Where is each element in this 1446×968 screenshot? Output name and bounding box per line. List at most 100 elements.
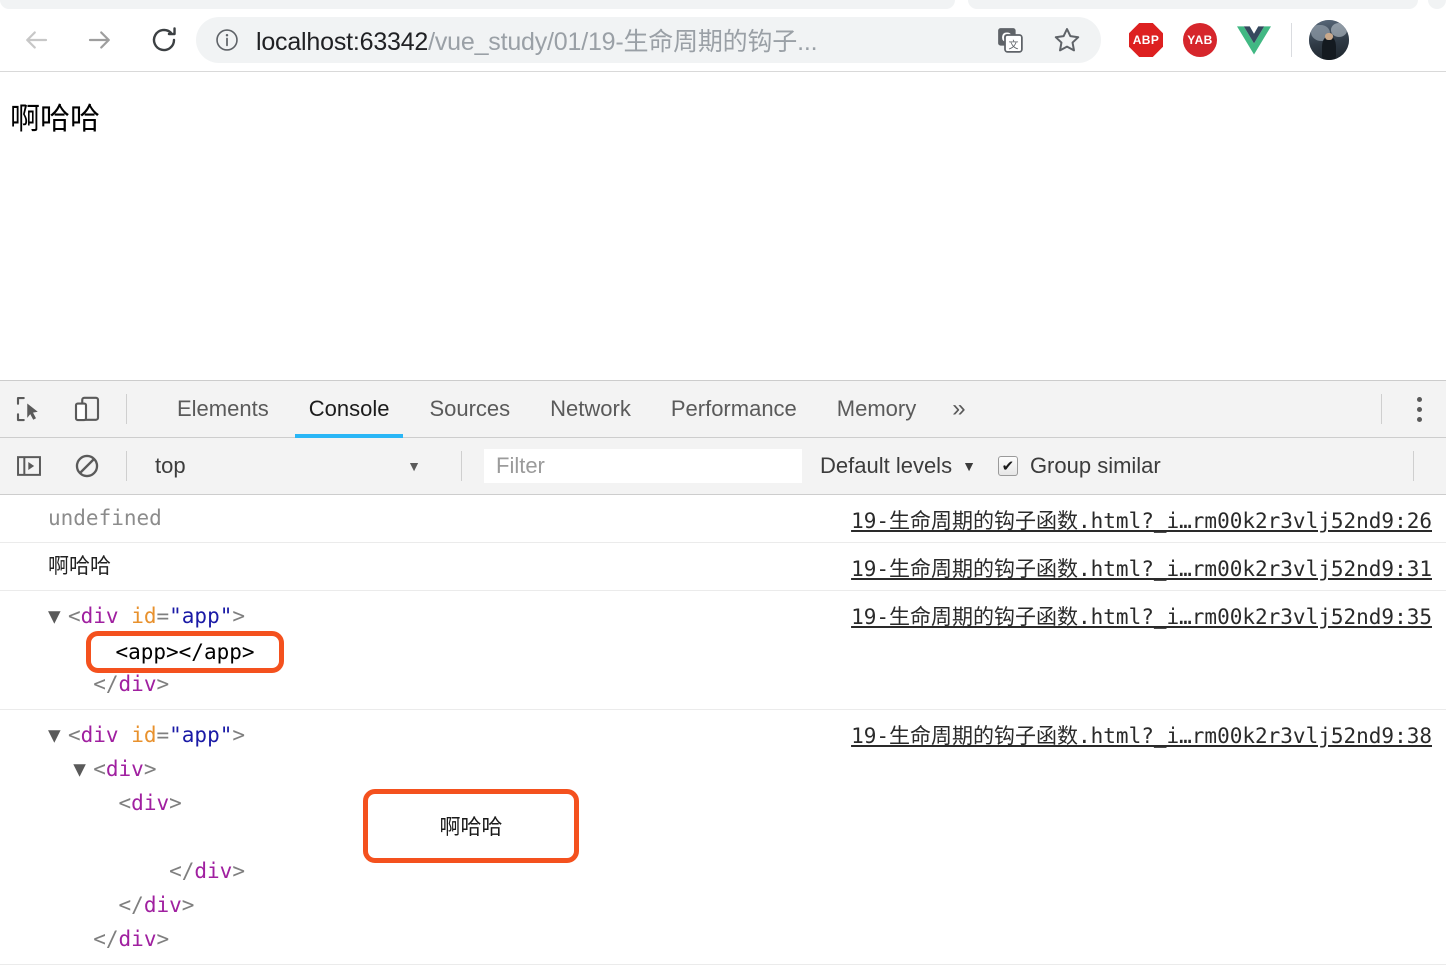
console-message[interactable]: ▼ <div id="app"> ▼ <div> <div> </div> </di… <box>0 710 1446 966</box>
console-source-link[interactable]: 19-生命周期的钩子函数.html?_i…rm00k2r3vlj52nd9:31 <box>851 553 1432 583</box>
expand-triangle-icon[interactable]: ▼ <box>73 752 93 786</box>
console-scrollbar[interactable] <box>1442 381 1446 968</box>
console-source-link[interactable]: 19-生命周期的钩子函数.html?_i…rm00k2r3vlj52nd9:26 <box>851 505 1432 535</box>
expand-spacer <box>124 820 144 854</box>
tab-ghost[interactable] <box>1428 0 1446 9</box>
context-value: top <box>155 453 186 478</box>
more-tabs-icon[interactable]: » <box>936 381 981 438</box>
adblock-plus-icon: ABP <box>1129 23 1163 57</box>
svg-text:文: 文 <box>1009 38 1019 51</box>
url-path: /vue_study/01/19-生命周期的钩子... <box>428 28 818 56</box>
tab-label: Sources <box>429 396 511 421</box>
vertical-dots-icon[interactable] <box>1392 381 1446 438</box>
tab-label: Memory <box>836 396 917 421</box>
info-circle-icon[interactable] <box>214 27 240 53</box>
tab-elements[interactable]: Elements <box>157 381 289 438</box>
clear-console-icon[interactable] <box>58 438 116 495</box>
console-message-list: undefined 19-生命周期的钩子函数.html?_i…rm00k2r3vl… <box>0 495 1446 966</box>
dom-tree-line[interactable]: </div> <box>48 854 1446 888</box>
vue-logo-icon <box>1237 26 1271 55</box>
toolbar-divider <box>1291 23 1292 57</box>
console-message[interactable]: 啊哈哈 19-生命周期的钩子函数.html?_i…rm00k2r3vlj52nd9… <box>0 543 1446 591</box>
expand-spacer <box>73 667 93 701</box>
devtools-tab-list: Elements Console Sources Network Perform… <box>157 381 982 438</box>
checkmark-icon: ✔ <box>1001 457 1015 475</box>
expand-spacer <box>99 786 119 820</box>
execution-context-select[interactable]: top ▼ <box>141 448 451 484</box>
group-similar-label: Group similar <box>1029 453 1161 478</box>
tab-label: Elements <box>177 396 269 421</box>
address-bar[interactable]: localhost:63342/vue_study/01/19-生命周期的钩子.… <box>196 17 1101 63</box>
extension-label: YAB <box>1187 33 1213 47</box>
filterbar-divider <box>126 451 127 481</box>
dom-tree-line[interactable]: </div> <box>48 922 1446 956</box>
extensions-area: ABP YAB <box>1119 18 1364 62</box>
tab-label: Network <box>550 396 631 421</box>
bookmark-star-icon[interactable] <box>1045 18 1089 62</box>
inspect-element-icon[interactable] <box>0 381 58 438</box>
log-levels-select[interactable]: Default levels ▼ <box>820 453 976 479</box>
expand-spacer <box>99 888 119 922</box>
extension-label: ABP <box>1132 33 1160 47</box>
expand-triangle-icon[interactable]: ▼ <box>48 599 68 633</box>
tab-ghost[interactable] <box>968 0 1418 9</box>
annotation-text: <app></app> <box>115 640 255 664</box>
extension-vue-devtools[interactable] <box>1227 18 1281 62</box>
yandex-adblock-icon: YAB <box>1183 23 1217 57</box>
filterbar-divider-3 <box>1413 451 1414 481</box>
tab-sources[interactable]: Sources <box>409 381 530 438</box>
page-heading: 啊哈哈 <box>10 102 100 137</box>
tab-console[interactable]: Console <box>289 381 410 438</box>
dom-tree-line[interactable]: ▼ <div> <box>48 752 1446 786</box>
forward-arrow-icon <box>88 31 110 49</box>
reload-button[interactable] <box>142 18 186 62</box>
forward-button[interactable] <box>78 18 122 62</box>
translate-icon[interactable]: G 文 <box>993 23 1027 57</box>
extension-yandex-adblock[interactable]: YAB <box>1173 18 1227 62</box>
dom-tree-line[interactable] <box>48 820 1446 854</box>
device-toolbar-icon[interactable] <box>58 381 116 438</box>
filter-input[interactable] <box>484 449 802 483</box>
tab-ghost[interactable] <box>0 0 955 9</box>
devtools-tabbar: Elements Console Sources Network Perform… <box>0 381 1446 438</box>
browser-toolbar: localhost:63342/vue_study/01/19-生命周期的钩子.… <box>0 9 1446 71</box>
chevron-down-icon: ▼ <box>407 458 421 474</box>
tab-memory[interactable]: Memory <box>817 381 936 438</box>
devtools-tabbar-right <box>1371 381 1446 438</box>
expand-spacer <box>73 922 93 956</box>
url-host: localhost:63342 <box>256 28 429 56</box>
reload-icon <box>152 27 176 52</box>
page-viewport: 啊哈哈 <box>0 72 1446 380</box>
profile-avatar[interactable] <box>1302 18 1356 62</box>
dom-tree-line[interactable]: </div> <box>48 888 1446 922</box>
group-similar-toggle[interactable]: ✔ Group similar <box>997 453 1161 479</box>
show-console-sidebar-icon[interactable] <box>0 438 58 495</box>
expand-spacer <box>149 854 169 888</box>
filterbar-divider-2 <box>461 451 462 481</box>
tab-label: Performance <box>670 396 797 421</box>
annotation-text-content: 啊哈哈 <box>363 789 579 863</box>
tab-strip <box>0 0 1446 9</box>
annotation-text: 啊哈哈 <box>439 815 503 839</box>
console-source-link[interactable]: 19-生命周期的钩子函数.html?_i…rm00k2r3vlj52nd9:35 <box>851 601 1432 631</box>
tab-label: Console <box>308 396 390 421</box>
annotation-app-tag: <app></app> <box>86 631 284 673</box>
dom-tree-line[interactable]: <div> <box>48 786 1446 820</box>
url-text: localhost:63342/vue_study/01/19-生命周期的钩子.… <box>256 22 817 58</box>
levels-label: Default levels <box>820 453 953 478</box>
back-button[interactable] <box>14 18 58 62</box>
chevron-down-icon: ▼ <box>962 458 976 474</box>
console-source-link[interactable]: 19-生命周期的钩子函数.html?_i…rm00k2r3vlj52nd9:38 <box>851 720 1432 750</box>
devtools-panel: Elements Console Sources Network Perform… <box>0 380 1446 968</box>
group-similar-checkbox[interactable]: ✔ <box>997 456 1018 476</box>
console-message[interactable]: undefined 19-生命周期的钩子函数.html?_i…rm00k2r3vl… <box>0 495 1446 543</box>
back-arrow-icon <box>26 31 48 49</box>
tab-performance[interactable]: Performance <box>651 381 817 438</box>
browser-window: localhost:63342/vue_study/01/19-生命周期的钩子.… <box>0 0 1446 968</box>
console-filter-bar: top ▼ Default levels ▼ ✔ Group similar <box>0 438 1446 495</box>
tabbar-divider-right <box>1381 394 1382 424</box>
tabbar-divider <box>126 394 127 424</box>
tab-network[interactable]: Network <box>530 381 651 438</box>
extension-adblock-plus[interactable]: ABP <box>1119 18 1173 62</box>
expand-triangle-icon[interactable]: ▼ <box>48 718 68 752</box>
